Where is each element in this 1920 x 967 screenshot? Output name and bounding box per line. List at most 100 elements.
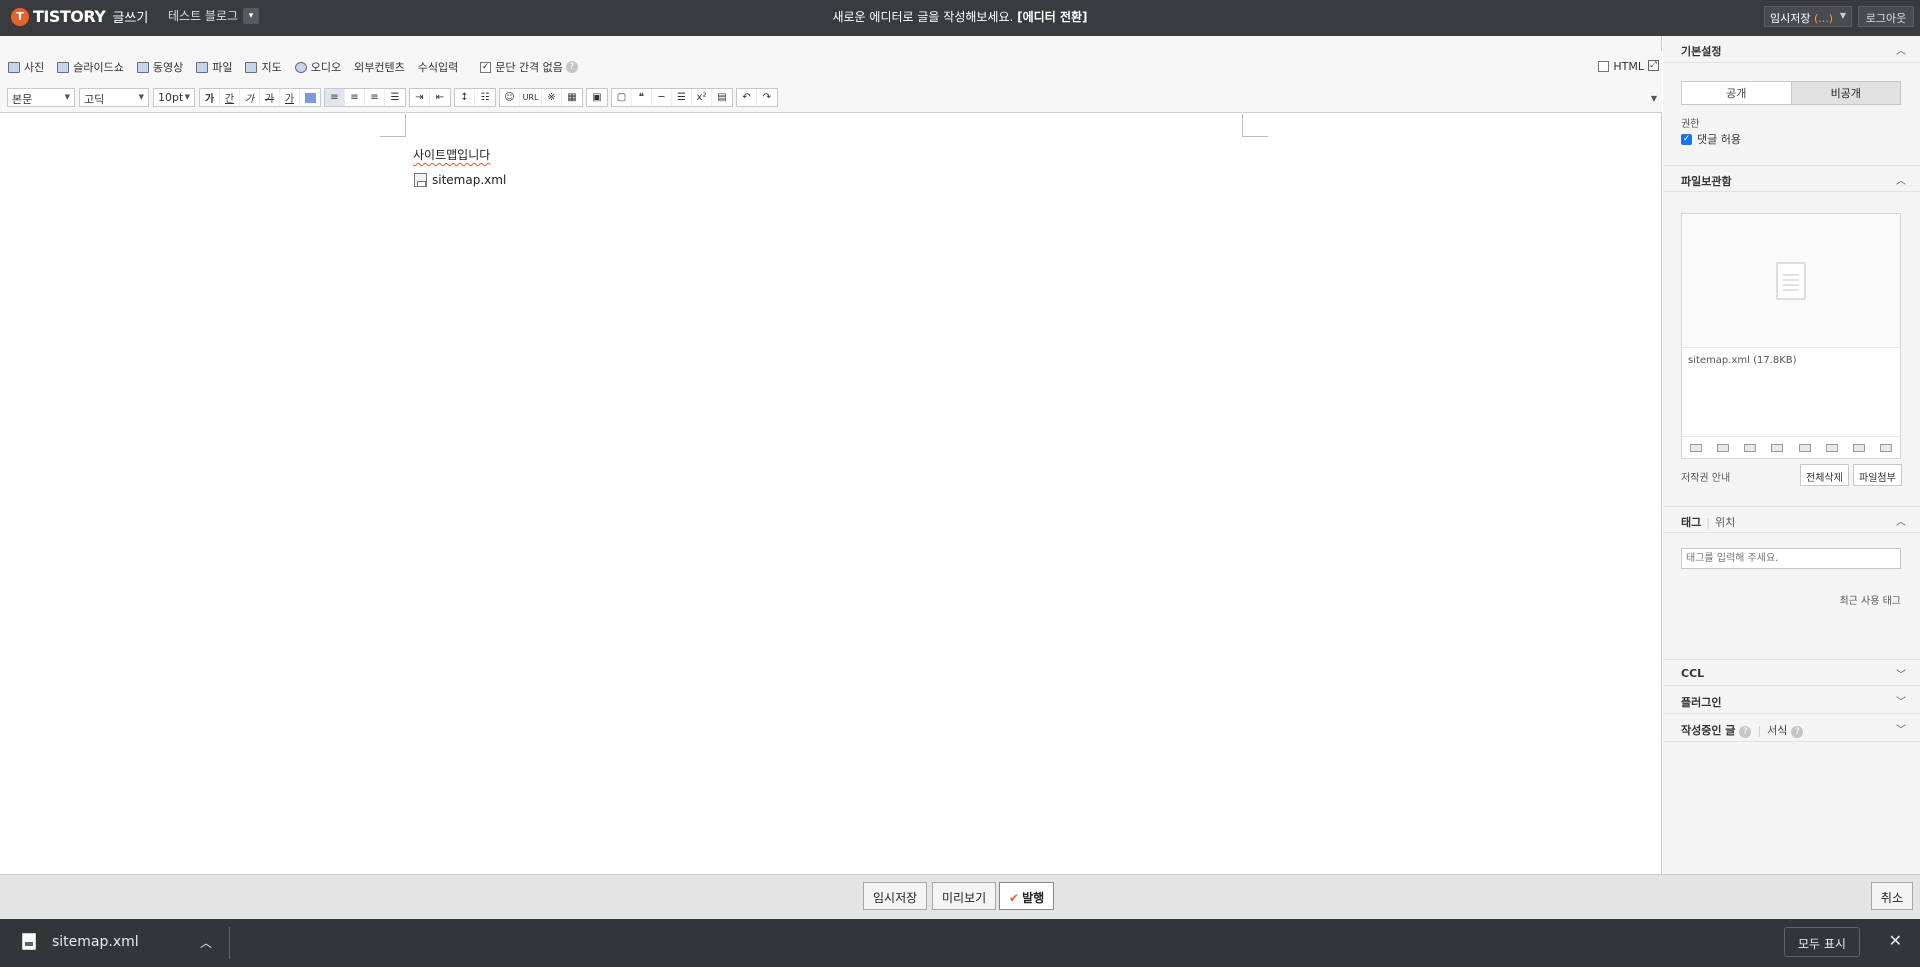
align-three-icon[interactable]	[1825, 443, 1838, 452]
link-button[interactable]: URL	[520, 89, 542, 106]
publish-button[interactable]: ✔ 발행	[999, 882, 1055, 910]
delete-all-button[interactable]: 전체삭제	[1800, 464, 1849, 486]
paragraph-spacing-option[interactable]: ✓ 문단 간격 없음 ?	[480, 59, 578, 75]
chevron-up-icon[interactable]: ︿	[1896, 172, 1906, 187]
paragraph-style-select[interactable]: 본문 ▼	[7, 88, 75, 107]
temp-save-dropdown[interactable]: 임시저장 (...) ▼	[1764, 6, 1852, 27]
align-wrap-icon[interactable]	[1853, 443, 1866, 452]
cancel-button[interactable]: 취소	[1870, 882, 1913, 910]
drafts-header[interactable]: 작성중인 글? | 서식? ﹀	[1663, 715, 1920, 742]
horizontal-rule-icon[interactable]: ─	[652, 89, 672, 106]
bold-button[interactable]: 가	[200, 89, 220, 106]
chevron-up-icon[interactable]: ︿	[1896, 42, 1906, 57]
location-tab[interactable]: 위치	[1715, 516, 1735, 529]
align-full-icon[interactable]	[1771, 443, 1784, 452]
file-icon	[22, 933, 36, 950]
indent-icon[interactable]: ⇥	[410, 89, 430, 106]
align-two-icon[interactable]	[1798, 443, 1811, 452]
help-icon[interactable]: ?	[565, 61, 578, 73]
italic-button[interactable]: 가	[240, 89, 260, 106]
special-char-icon[interactable]: ※	[542, 89, 562, 106]
font-size-select[interactable]: 10pt ▼	[153, 88, 195, 107]
align-center-icon[interactable]: ≡	[345, 89, 365, 106]
more-line-icon[interactable]: ☰	[672, 89, 692, 106]
align-left-icon[interactable]: ≡	[325, 89, 345, 106]
attach-video-button[interactable]: 동영상	[136, 59, 183, 75]
align-more-icon[interactable]	[1880, 443, 1893, 452]
fullscreen-icon[interactable]: ⤢	[1648, 60, 1659, 71]
close-icon[interactable]: ✕	[1889, 931, 1902, 950]
recent-tags-link[interactable]: 최근 사용 태그	[1839, 592, 1901, 607]
html-mode-toggle[interactable]: HTML	[1598, 60, 1644, 73]
align-justify-icon[interactable]: ☰	[385, 89, 405, 106]
align-left-icon[interactable]	[1689, 443, 1702, 452]
table-icon[interactable]: ▦	[562, 89, 582, 106]
copyright-notice-link[interactable]: 저작권 안내	[1681, 469, 1730, 484]
tag-input[interactable]	[1681, 548, 1901, 569]
chevron-down-icon[interactable]: ﹀	[1896, 693, 1906, 708]
templates-tab[interactable]: 서식	[1767, 724, 1787, 737]
drafts-tab[interactable]: 작성중인 글	[1681, 724, 1735, 737]
help-icon[interactable]: ?	[1791, 726, 1804, 738]
attach-file-button[interactable]: 파일	[196, 59, 232, 75]
show-all-button[interactable]: 모두 표시	[1784, 927, 1860, 957]
tag-tab[interactable]: 태그	[1681, 516, 1701, 529]
ccl-header[interactable]: CCL ﹀	[1663, 659, 1920, 686]
allow-comments-option[interactable]: ✓ 댓글 허용	[1681, 131, 1741, 147]
attach-slideshow-button[interactable]: 슬라이드쇼	[57, 59, 124, 75]
tag-header[interactable]: 태그 | 위치 ︿	[1663, 506, 1920, 533]
private-option[interactable]: 비공개	[1790, 82, 1900, 104]
underline-button[interactable]: 간	[220, 89, 240, 106]
help-icon[interactable]: ?	[1739, 726, 1752, 738]
chevron-up-icon[interactable]: ︿	[1896, 513, 1906, 528]
preview-button[interactable]: 미리보기	[932, 882, 997, 910]
downloaded-file-name: sitemap.xml	[52, 933, 139, 950]
align-right-icon[interactable]: ≡	[365, 89, 385, 106]
content-paragraph[interactable]: 사이트맵입니다	[413, 146, 490, 163]
chevron-up-icon[interactable]: ︿	[200, 934, 212, 951]
attach-external-button[interactable]: 외부컨텐츠	[354, 59, 405, 75]
attach-map-button[interactable]: 지도	[245, 59, 282, 75]
save-icon[interactable]: ▤	[712, 89, 732, 106]
downloaded-file[interactable]: sitemap.xml	[22, 933, 139, 950]
attached-file-link[interactable]: sitemap.xml	[414, 173, 506, 187]
highlight-color-button[interactable]	[300, 89, 320, 106]
chevron-down-icon: ▼	[64, 93, 70, 101]
strikethrough-button[interactable]: 가	[260, 89, 280, 106]
text-color-button[interactable]: 가	[280, 89, 300, 106]
list-icon[interactable]: ☷	[475, 89, 495, 106]
document-body[interactable]: 사이트맵입니다 sitemap.xml	[0, 114, 1661, 838]
checkbox-icon[interactable]	[1598, 61, 1610, 72]
text-box-icon[interactable]: ▢	[612, 89, 632, 106]
editor-switch-link[interactable]: [에디터 전환]	[1017, 10, 1087, 24]
emoticon-icon[interactable]: ☺	[500, 89, 520, 106]
checkbox-checked-icon[interactable]: ✓	[1681, 133, 1692, 145]
attach-photo-button[interactable]: 사진	[8, 59, 44, 75]
attach-formula-button[interactable]: 수식입력	[418, 59, 458, 75]
chevron-down-icon[interactable]: ﹀	[1896, 721, 1906, 736]
line-height-icon[interactable]: ↕	[455, 89, 475, 106]
logout-button[interactable]: 로그아웃	[1858, 6, 1914, 27]
toolbar-more-icon[interactable]: ▼	[1651, 94, 1657, 103]
align-right-icon[interactable]	[1744, 443, 1757, 452]
attach-audio-button[interactable]: 오디오	[294, 59, 341, 75]
align-center-icon[interactable]	[1716, 443, 1729, 452]
file-entry[interactable]: sitemap.xml (17.8KB)	[1688, 355, 1797, 366]
plugin-header[interactable]: 플러그인 ﹀	[1663, 687, 1920, 714]
superscript-icon[interactable]: x²	[692, 89, 712, 106]
settings-sidebar: 기본설정 ︿ 공개 비공개 권한 ✓ 댓글 허용 파일보관함 ︿ sitemap…	[1663, 36, 1920, 874]
undo-icon[interactable]: ↶	[737, 89, 757, 106]
quote-icon[interactable]: ❝	[632, 89, 652, 106]
checkbox-checked-icon[interactable]: ✓	[480, 61, 492, 73]
font-select[interactable]: 고딕 ▼	[79, 88, 149, 107]
redo-icon[interactable]: ↷	[757, 89, 777, 106]
temp-save-button[interactable]: 임시저장	[863, 882, 928, 910]
box-icon[interactable]: ▣	[587, 89, 607, 106]
chevron-down-icon[interactable]: ﹀	[1896, 666, 1906, 681]
attach-file-button[interactable]: 파일첨부	[1853, 464, 1902, 486]
public-option[interactable]: 공개	[1682, 82, 1791, 104]
basic-settings-header[interactable]: 기본설정 ︿	[1663, 36, 1920, 63]
file-storage-header[interactable]: 파일보관함 ︿	[1663, 165, 1920, 192]
checkmark-icon: ✔	[1009, 891, 1020, 905]
outdent-icon[interactable]: ⇤	[430, 89, 450, 106]
